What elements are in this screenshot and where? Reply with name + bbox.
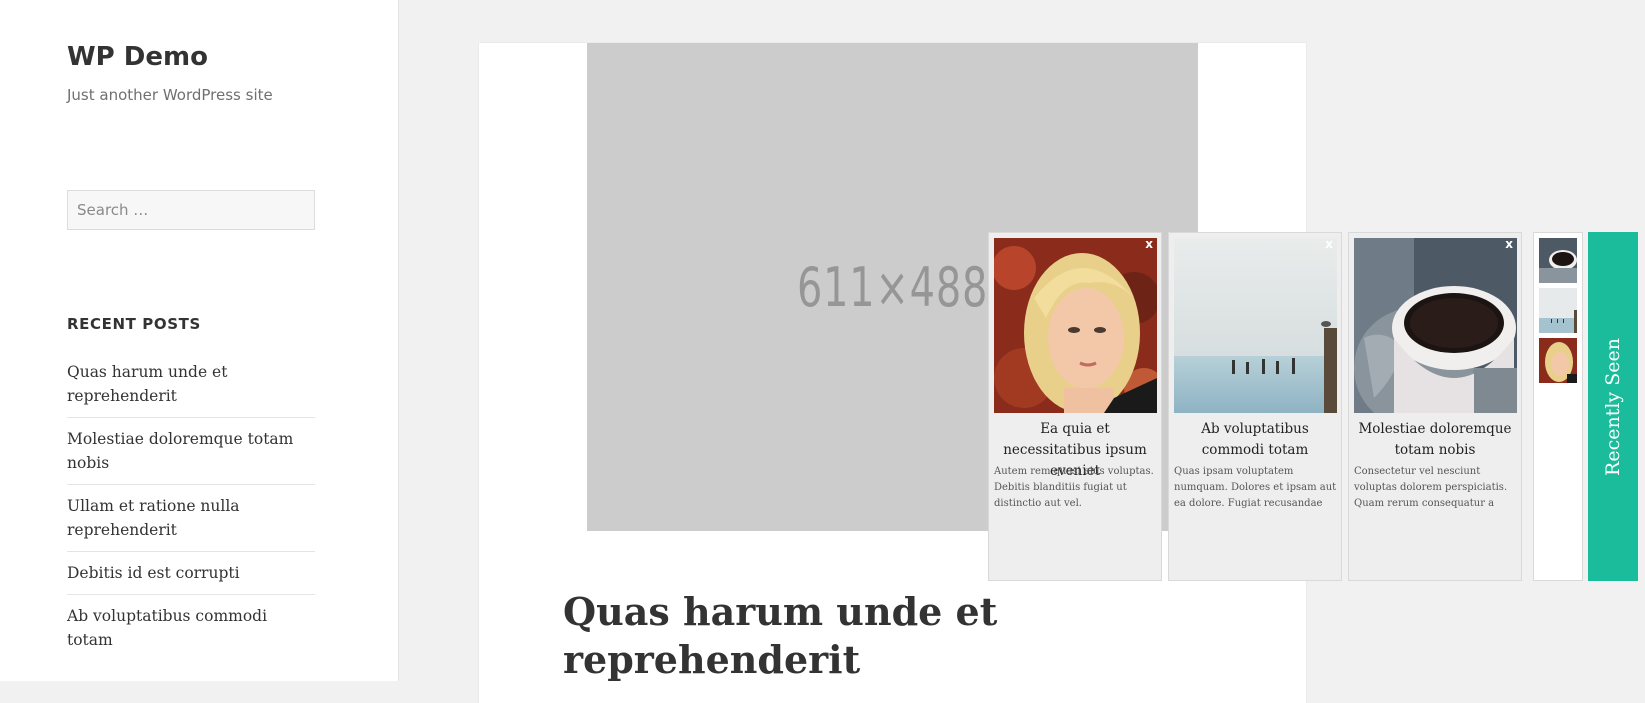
recent-post-link[interactable]: Ullam et ratione nulla reprehenderit <box>67 494 315 552</box>
recently-seen-card[interactable]: x Molestiae doloremque totam nobis Conse… <box>1348 232 1522 581</box>
site-title[interactable]: WP Demo <box>67 42 208 72</box>
recent-post-link[interactable]: Quas harum unde et reprehenderit <box>67 360 315 418</box>
recently-seen-card[interactable]: x Ab voluptatibus commodi totam Quas ips… <box>1168 232 1342 581</box>
recently-seen-thumbnail-strip <box>1533 232 1583 581</box>
card-title[interactable]: Molestiae doloremque totam nobis <box>1353 419 1517 461</box>
card-excerpt: Consectetur vel nesciunt voluptas dolore… <box>1354 466 1508 509</box>
recent-post-link[interactable]: Debitis id est corrupti <box>67 561 315 595</box>
recently-seen-tab[interactable]: Recently Seen <box>1588 232 1638 581</box>
coffee-photo[interactable] <box>1354 238 1517 413</box>
close-icon[interactable]: x <box>1325 237 1333 251</box>
recent-post-link[interactable]: Molestiae doloremque totam nobis <box>67 427 315 485</box>
card-excerpt: Quas ipsam voluptatem numquam. Dolores e… <box>1174 466 1337 509</box>
card-title[interactable]: Ab voluptatibus commodi totam <box>1173 419 1337 461</box>
recently-seen-tab-label: Recently Seen <box>1602 337 1624 476</box>
site-description: Just another WordPress site <box>67 86 273 104</box>
recent-posts-heading: RECENT POSTS <box>67 315 201 333</box>
sidebar: WP Demo Just another WordPress site RECE… <box>0 0 398 681</box>
portrait-photo[interactable] <box>994 238 1157 413</box>
search-input[interactable] <box>67 190 315 230</box>
close-icon[interactable]: x <box>1505 237 1513 251</box>
placeholder-dimensions: 611×488 <box>796 255 989 319</box>
recent-post-link[interactable]: Ab voluptatibus commodi totam <box>67 604 315 661</box>
sea-photo[interactable] <box>1174 238 1337 413</box>
close-icon[interactable]: x <box>1145 237 1153 251</box>
portrait-thumbnail[interactable] <box>1539 338 1577 383</box>
recent-posts-list: Quas harum unde et reprehenderit Molesti… <box>67 360 315 670</box>
entry-title[interactable]: Quas harum unde et reprehenderit <box>563 588 1043 684</box>
coffee-thumbnail[interactable] <box>1539 238 1577 283</box>
card-excerpt: Autem rem quasi eius voluptas. Debitis b… <box>994 466 1154 509</box>
sea-thumbnail[interactable] <box>1539 288 1577 333</box>
recently-seen-card[interactable]: x Ea quia et necessitatibus ipsum evenie… <box>988 232 1162 581</box>
